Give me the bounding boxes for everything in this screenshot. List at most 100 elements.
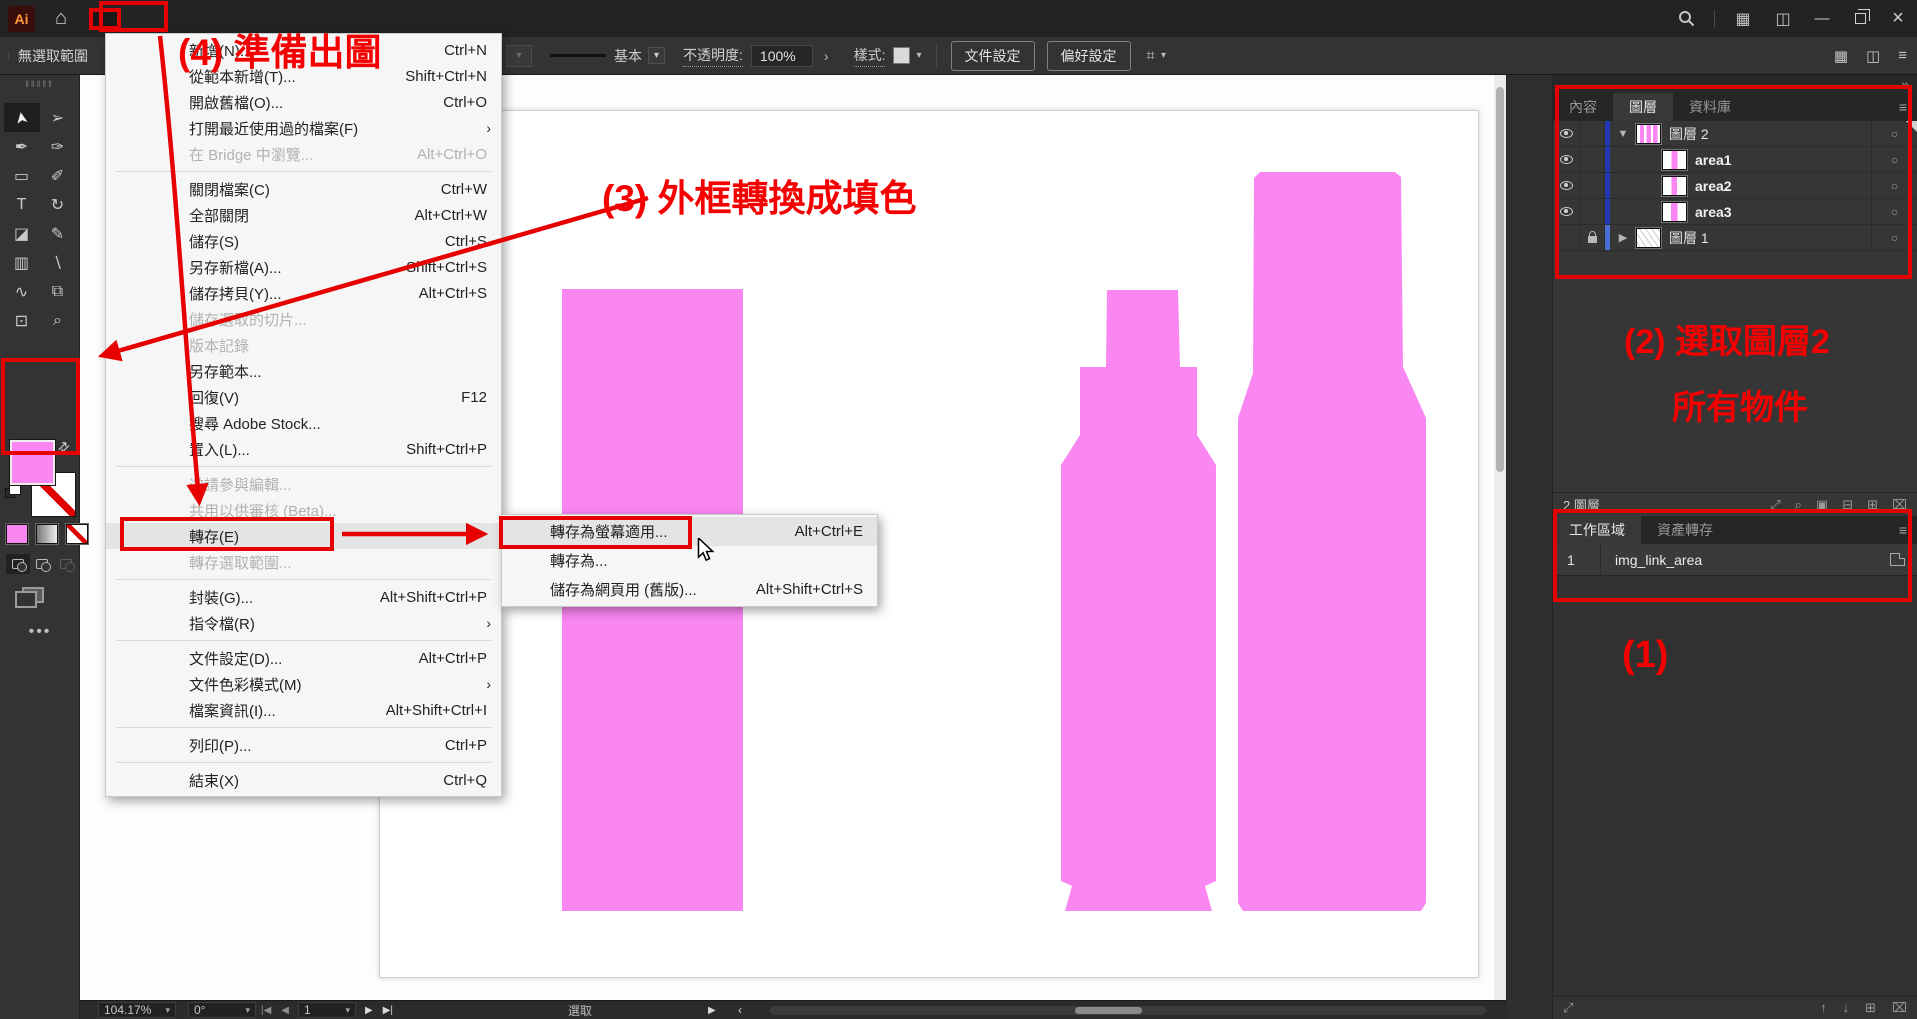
file-menu-item[interactable]: 打開最近使用過的檔案(F) › [106, 115, 501, 141]
file-menu-item[interactable]: 另存範本... [106, 358, 501, 384]
zoom-level-dropdown[interactable]: 104.17% ▾ [98, 1002, 176, 1018]
layer-row-layer1[interactable]: ▶ 圖層 1 ○ [1553, 225, 1917, 251]
object-name[interactable]: area1 [1695, 152, 1732, 168]
swap-fill-stroke-icon[interactable]: ⇄ [54, 437, 74, 457]
grid-icon[interactable]: ▦ [1834, 47, 1848, 65]
file-menu-item[interactable]: 版本記錄 [106, 332, 501, 358]
target-circle-icon[interactable]: ○ [1871, 225, 1917, 250]
chevron-down-icon[interactable]: ▼ [1610, 128, 1636, 140]
edit-toolbar-icon[interactable]: ••• [0, 623, 80, 641]
last-artboard-icon[interactable]: ▶| [383, 1005, 393, 1016]
visibility-cell[interactable] [1553, 173, 1581, 198]
delete-artboard-icon[interactable]: ⌧ [1892, 1000, 1907, 1016]
move-down-icon[interactable]: ↓ [1843, 1000, 1850, 1016]
draw-behind-button[interactable] [30, 554, 54, 574]
new-layer-icon[interactable]: ⊞ [1867, 497, 1878, 513]
lock-cell[interactable] [1581, 199, 1605, 224]
fill-color-swatch[interactable] [10, 440, 55, 485]
tab-artboards[interactable]: 工作區域 [1553, 516, 1641, 544]
shape-builder-tool[interactable]: ⧉ [40, 277, 76, 306]
file-menu-item[interactable]: 邀請參與編輯... [106, 471, 501, 497]
export-submenu-item[interactable]: 轉存為... [502, 546, 877, 575]
opacity-input[interactable]: 100% [751, 45, 813, 67]
new-artboard-icon[interactable]: ⊞ [1865, 1000, 1876, 1016]
file-menu-item[interactable]: 儲存選取的切片... [106, 306, 501, 332]
opacity-label[interactable]: 不透明度: [683, 45, 743, 67]
file-menu-item[interactable]: 回復(V) F12 [106, 384, 501, 410]
color-mode-button[interactable] [6, 524, 28, 544]
first-artboard-icon[interactable]: |◀ [261, 1005, 271, 1016]
pen-tool[interactable]: ✒ [4, 132, 40, 161]
layer-name[interactable]: 圖層 2 [1669, 124, 1709, 144]
hamburger-menu-icon[interactable]: ≡ [1898, 47, 1907, 64]
home-icon[interactable]: ⌂ [55, 7, 67, 30]
direct-selection-tool[interactable]: ➢ [40, 103, 76, 132]
none-mode-button[interactable] [66, 524, 88, 544]
panel-layout-icon[interactable]: ◫ [1866, 47, 1880, 65]
rotation-dropdown[interactable]: 0° ▾ [188, 1002, 256, 1018]
chevron-down-icon[interactable]: ▾ [1161, 50, 1166, 61]
gradient-mode-button[interactable] [36, 524, 58, 544]
zoom-tool[interactable]: ⌕ [40, 306, 76, 335]
shape-area3[interactable] [1238, 172, 1426, 911]
make-clipping-mask-icon[interactable]: ▣ [1816, 497, 1828, 513]
file-menu-item[interactable]: 轉存選取範圍... [106, 549, 501, 575]
tab-asset-export[interactable]: 資產轉存 [1641, 516, 1729, 544]
export-submenu-item[interactable]: 轉存為螢幕適用... Alt+Ctrl+E [502, 517, 877, 546]
paintbrush-tool[interactable]: ✐ [40, 161, 76, 190]
layer-row-area2[interactable]: area2 ○ [1553, 173, 1917, 199]
fill-dropdown[interactable]: ▾ [506, 45, 532, 67]
expand-icon[interactable]: ⤢ [1563, 1000, 1573, 1016]
opacity-more-chevron[interactable]: › [817, 46, 836, 66]
vertical-scrollbar-thumb[interactable] [1496, 87, 1504, 472]
rectangle-tool[interactable]: ▭ [4, 161, 40, 190]
file-menu-item[interactable]: 全部關閉 Alt+Ctrl+W [106, 202, 501, 228]
selection-tool[interactable]: ➤ [4, 103, 40, 132]
artboard-row[interactable]: 1 img_link_area [1553, 544, 1917, 576]
tab-properties[interactable]: 內容 [1553, 93, 1613, 121]
style-label[interactable]: 樣式: [854, 45, 886, 67]
target-circle-icon[interactable]: ○ [1871, 147, 1917, 172]
artboard-name[interactable]: img_link_area [1601, 552, 1702, 568]
stroke-style-dropdown[interactable]: 基本 ▾ [614, 46, 665, 66]
type-tool[interactable]: T [4, 190, 40, 219]
file-menu-item[interactable]: 指令檔(R) › [106, 610, 501, 636]
shaper-tool[interactable]: ✎ [40, 219, 76, 248]
lock-cell[interactable] [1581, 173, 1605, 198]
visibility-cell[interactable] [1553, 147, 1581, 172]
draw-normal-button[interactable] [6, 554, 30, 574]
eraser-tool[interactable]: ◪ [4, 219, 40, 248]
gradient-tool[interactable]: ▥ [4, 248, 40, 277]
shape-area2[interactable] [1061, 290, 1216, 911]
locate-object-icon[interactable]: ⌕ [1795, 497, 1802, 513]
default-fill-stroke-icon[interactable] [5, 488, 15, 498]
file-menu-item[interactable]: 開啟舊檔(O)... Ctrl+O [106, 89, 501, 115]
preferences-button[interactable]: 偏好設定 [1047, 41, 1131, 71]
status-play-icon[interactable]: ▶ [708, 1005, 716, 1016]
object-name[interactable]: area3 [1695, 204, 1732, 220]
artboard-page-icon[interactable] [1890, 553, 1905, 566]
target-circle-icon[interactable]: ○ [1871, 173, 1917, 198]
target-circle-icon[interactable]: ○ [1871, 199, 1917, 224]
artboard-number-dropdown[interactable]: 1 ▾ [298, 1002, 356, 1018]
menu-object[interactable] [141, 12, 165, 26]
file-menu-item[interactable]: 在 Bridge 中瀏覽... Alt+Ctrl+O [106, 141, 501, 167]
tab-libraries[interactable]: 資料庫 [1673, 93, 1747, 121]
file-menu-item[interactable]: 共用以供審核 (Beta)... [106, 497, 501, 523]
visibility-cell[interactable] [1553, 121, 1581, 146]
eyedropper-tool[interactable]: ∖ [40, 248, 76, 277]
layer-row-area3[interactable]: area3 ○ [1553, 199, 1917, 225]
screen-mode-icon[interactable] [22, 587, 44, 603]
collect-for-export-icon[interactable]: ⤢ [1770, 497, 1780, 513]
new-sublayer-icon[interactable]: ⊟ [1842, 497, 1853, 513]
lock-cell[interactable] [1581, 225, 1605, 250]
object-thumbnail[interactable] [1662, 202, 1687, 222]
chevron-down-icon[interactable]: ▾ [916, 50, 921, 61]
next-artboard-icon[interactable]: ▶ [365, 1005, 373, 1016]
lock-cell[interactable] [1581, 121, 1605, 146]
previous-artboard-icon[interactable]: ◀ [281, 1005, 289, 1016]
menu-file[interactable] [93, 12, 117, 26]
file-menu-item[interactable]: 儲存(S) Ctrl+S [106, 228, 501, 254]
status-collapse-icon[interactable]: ‹ [738, 1003, 742, 1017]
style-swatch[interactable] [893, 47, 910, 64]
